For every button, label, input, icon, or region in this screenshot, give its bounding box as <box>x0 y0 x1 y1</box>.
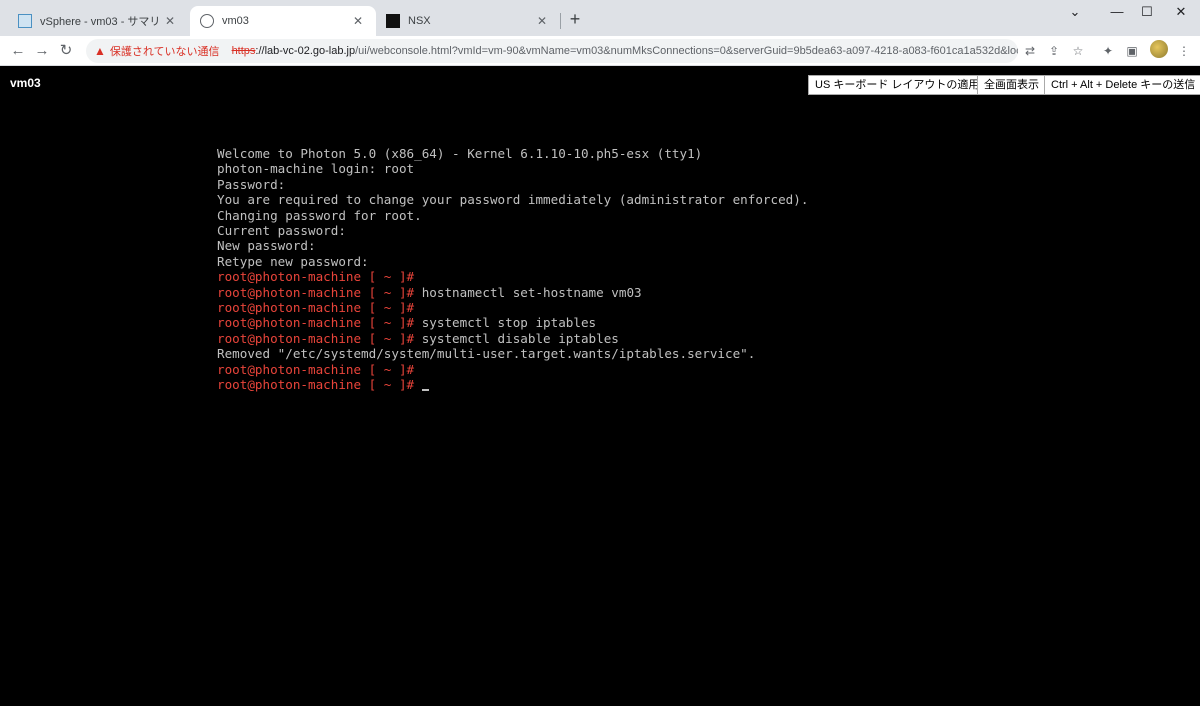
terminal-line: You are required to change your password… <box>217 192 808 207</box>
terminal-line: root@photon-machine [ ~ ]# systemctl dis… <box>217 331 808 346</box>
line-text: systemctl disable iptables <box>414 330 619 346</box>
tab-title: vm03 <box>222 15 249 27</box>
shell-prompt: root@photon-machine [ ~ ]# <box>217 284 415 300</box>
terminal-output[interactable]: Welcome to Photon 5.0 (x86_64) - Kernel … <box>217 146 808 393</box>
maximize-button[interactable]: ☐ <box>1130 0 1164 24</box>
line-text: Password: <box>217 176 286 192</box>
url-path: /ui/webconsole.html?vmId=vm-90&vmName=vm… <box>355 45 1018 57</box>
browser-toolbar: ← → ↻ ▲ 保護されていない通信 https://lab-vc-02.go-… <box>0 36 1200 66</box>
back-button[interactable]: ← <box>8 41 28 61</box>
terminal-line: root@photon-machine [ ~ ]# hostnamectl s… <box>217 285 808 300</box>
terminal-line: Password: <box>217 177 808 192</box>
line-text: You are required to change your password… <box>217 192 809 208</box>
vsphere-favicon-icon <box>18 14 32 28</box>
share-icon[interactable]: ⇪ <box>1046 43 1062 59</box>
send-ctrl-alt-delete-button[interactable]: Ctrl + Alt + Delete キーの送信 <box>1044 75 1200 95</box>
close-icon[interactable]: ✕ <box>350 13 366 29</box>
line-text <box>414 377 422 392</box>
tab-vsphere[interactable]: vSphere - vm03 - サマリ ✕ <box>8 6 188 36</box>
line-text: Retype new password: <box>217 253 369 269</box>
reload-button[interactable]: ↻ <box>56 41 76 61</box>
forward-button[interactable]: → <box>32 41 52 61</box>
extensions-icon[interactable]: ✦ <box>1100 43 1116 59</box>
line-text: Current password: <box>217 223 346 239</box>
tab-strip: vSphere - vm03 - サマリ ✕ vm03 ✕ NSX ✕ + ⌄ … <box>0 0 1200 36</box>
shell-prompt: root@photon-machine [ ~ ]# <box>217 361 415 377</box>
new-tab-button[interactable]: + <box>566 10 584 28</box>
security-warning[interactable]: 保護されていない通信 <box>110 43 220 59</box>
shell-prompt: root@photon-machine [ ~ ]# <box>217 269 415 285</box>
line-text: Welcome to Photon 5.0 (x86_64) - Kernel … <box>217 146 703 161</box>
warning-triangle-icon: ▲ <box>94 44 106 58</box>
translate-icon[interactable]: ⇄ <box>1022 43 1038 59</box>
line-text: Removed "/etc/systemd/system/multi-user.… <box>217 346 756 362</box>
terminal-line: root@photon-machine [ ~ ]# <box>217 300 808 315</box>
terminal-line: Current password: <box>217 223 808 238</box>
line-text: systemctl stop iptables <box>414 315 597 331</box>
side-panel-icon[interactable]: ▣ <box>1124 43 1140 59</box>
shell-prompt: root@photon-machine [ ~ ]# <box>217 377 415 393</box>
menu-icon[interactable]: ⋮ <box>1176 43 1192 59</box>
nsx-favicon-icon <box>386 14 400 28</box>
fullscreen-button[interactable]: 全画面表示 <box>977 75 1046 95</box>
close-window-button[interactable]: ✕ <box>1164 0 1198 24</box>
close-icon[interactable]: ✕ <box>534 13 550 29</box>
shell-prompt: root@photon-machine [ ~ ]# <box>217 330 415 346</box>
terminal-line: root@photon-machine [ ~ ]# <box>217 269 808 284</box>
tab-title: vSphere - vm03 - サマリ <box>40 16 161 28</box>
terminal-line: Removed "/etc/systemd/system/multi-user.… <box>217 346 808 361</box>
tab-vm03[interactable]: vm03 ✕ <box>190 6 376 36</box>
terminal-line: Welcome to Photon 5.0 (x86_64) - Kernel … <box>217 146 808 161</box>
profile-avatar[interactable] <box>1150 40 1168 58</box>
line-text: New password: <box>217 238 316 254</box>
terminal-line: New password: <box>217 238 808 253</box>
globe-icon <box>200 14 214 28</box>
tab-separator <box>560 13 561 29</box>
bookmark-star-icon[interactable]: ☆ <box>1070 43 1086 59</box>
cursor <box>421 389 429 392</box>
us-keyboard-layout-button[interactable]: US キーボード レイアウトの適用 <box>808 75 987 95</box>
tab-title: NSX <box>408 15 431 27</box>
address-bar[interactable]: ▲ 保護されていない通信 https://lab-vc-02.go-lab.jp… <box>86 39 1018 63</box>
line-text: hostnamectl set-hostname vm03 <box>414 284 642 300</box>
line-text: photon-machine login: root <box>217 161 415 177</box>
shell-prompt: root@photon-machine [ ~ ]# <box>217 315 415 331</box>
vm-name-label: vm03 <box>10 76 41 90</box>
minimize-button[interactable]: — <box>1100 0 1134 24</box>
terminal-line: Changing password for root. <box>217 208 808 223</box>
close-icon[interactable]: ✕ <box>162 13 178 29</box>
terminal-line: root@photon-machine [ ~ ]# <box>217 362 808 377</box>
url-host: ://lab-vc-02.go-lab.jp <box>255 45 356 57</box>
tab-nsx[interactable]: NSX ✕ <box>376 6 560 36</box>
web-console[interactable]: vm03 US キーボード レイアウトの適用 全画面表示 Ctrl + Alt … <box>0 66 1200 706</box>
terminal-line: root@photon-machine [ ~ ]# systemctl sto… <box>217 315 808 330</box>
terminal-line: Retype new password: <box>217 254 808 269</box>
terminal-line: photon-machine login: root <box>217 161 808 176</box>
browser-chrome: vSphere - vm03 - サマリ ✕ vm03 ✕ NSX ✕ + ⌄ … <box>0 0 1200 66</box>
shell-prompt: root@photon-machine [ ~ ]# <box>217 300 415 316</box>
url-scheme: https <box>231 45 256 57</box>
line-text: Changing password for root. <box>217 207 422 223</box>
tab-search-chevron-icon[interactable]: ⌄ <box>1058 0 1092 24</box>
terminal-line: root@photon-machine [ ~ ]# <box>217 377 808 392</box>
